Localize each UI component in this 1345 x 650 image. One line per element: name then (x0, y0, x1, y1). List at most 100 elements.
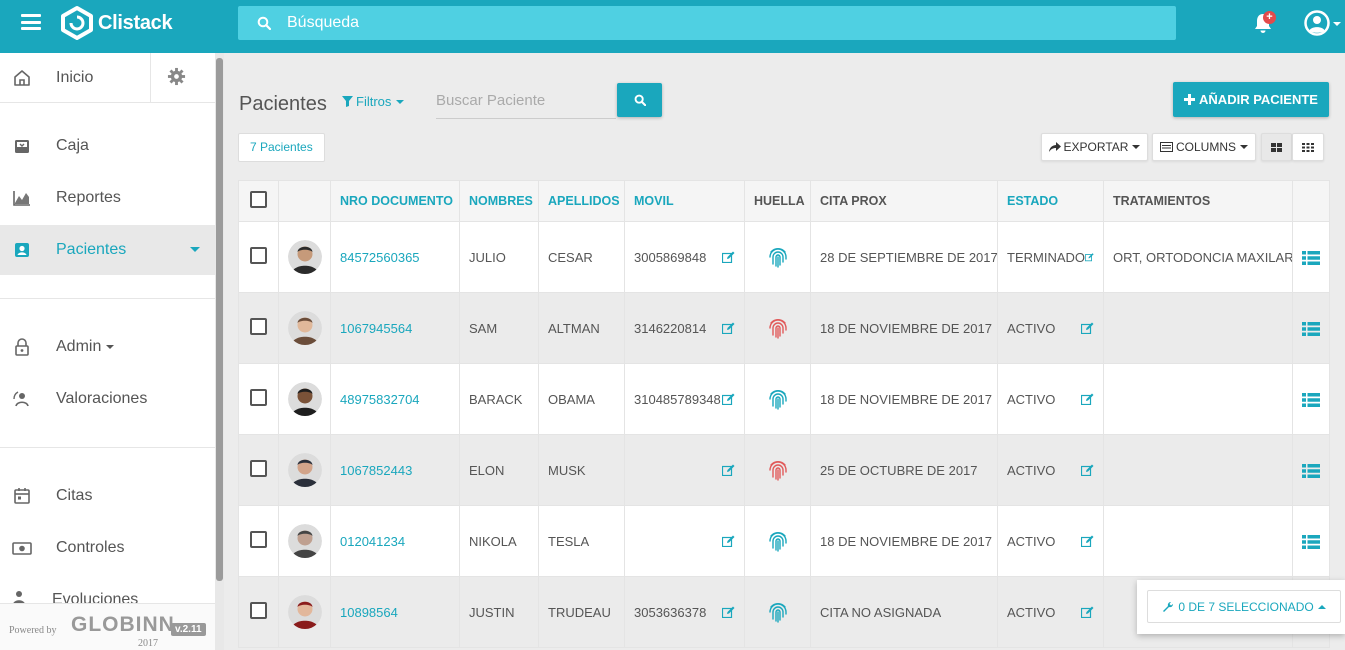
sidebar-item-controles[interactable]: Controles (0, 523, 215, 573)
fingerprint-icon[interactable] (768, 459, 788, 481)
plus-icon (1184, 94, 1196, 105)
edit-icon[interactable] (722, 464, 735, 476)
table-row[interactable]: 1067852443 ELON MUSK 25 DE OCTUBRE DE 2017 A… (238, 434, 1330, 506)
fingerprint-icon[interactable] (768, 601, 788, 623)
patient-names: BARACK (459, 363, 539, 435)
mobile-number: 3146220814 (634, 320, 707, 336)
fingerprint-icon[interactable] (768, 246, 788, 268)
row-checkbox[interactable] (250, 389, 267, 406)
list-icon[interactable] (1302, 534, 1320, 549)
avatar (288, 524, 322, 558)
row-select-cell (238, 434, 279, 506)
export-dropdown[interactable]: EXPORTAR (1041, 133, 1148, 161)
next-appointment: 25 DE OCTUBRE DE 2017 (810, 434, 998, 506)
row-checkbox[interactable] (250, 602, 267, 619)
edit-icon[interactable] (722, 251, 735, 263)
export-label: EXPORTAR (1063, 140, 1129, 154)
row-select-cell (238, 292, 279, 364)
sidebar-item-reportes[interactable]: Reportes (0, 173, 215, 223)
sidebar-item-home[interactable]: Inicio (0, 53, 150, 103)
table-view-toggle[interactable] (1292, 133, 1324, 161)
doc-number[interactable]: 012041234 (330, 505, 460, 577)
selection-dropdown[interactable]: 0 DE 7 SELECCIONADO (1147, 590, 1341, 623)
edit-icon[interactable] (1081, 393, 1094, 405)
edit-icon[interactable] (722, 322, 735, 334)
sidebar-item-evoluciones[interactable]: Evoluciones (0, 575, 215, 605)
header-surnames[interactable]: APELLIDOS (538, 180, 625, 222)
avatar (288, 311, 322, 345)
select-all-cell (238, 180, 279, 222)
edit-icon[interactable] (1081, 535, 1094, 547)
sidebar-item-pacientes[interactable]: Pacientes (0, 225, 215, 275)
row-select-cell (238, 576, 279, 648)
sidebar-item-label: Admin (56, 338, 115, 356)
doc-number[interactable]: 84572560365 (330, 221, 460, 293)
fingerprint-icon[interactable] (768, 530, 788, 552)
header-doc[interactable]: NRO DOCUMENTO (330, 180, 460, 222)
row-checkbox[interactable] (250, 531, 267, 548)
row-select-cell (238, 221, 279, 293)
header-names[interactable]: NOMBRES (459, 180, 539, 222)
columns-dropdown[interactable]: COLUMNS (1152, 133, 1256, 161)
list-icon[interactable] (1302, 321, 1320, 336)
patient-search[interactable] (436, 83, 616, 119)
table-row[interactable]: 1067945564 SAM ALTMAN 3146220814 18 DE NOVIE… (238, 292, 1330, 364)
status-cell: ACTIVO (997, 292, 1104, 364)
list-icon[interactable] (1302, 463, 1320, 478)
table-row[interactable]: 012041234 NIKOLA TESLA 18 DE NOVIEMBRE DE 2… (238, 505, 1330, 577)
actions-cell (1292, 434, 1330, 506)
doc-number[interactable]: 10898564 (330, 576, 460, 648)
list-icon[interactable] (1302, 392, 1320, 407)
edit-icon[interactable] (722, 606, 735, 618)
doc-number[interactable]: 48975832704 (330, 363, 460, 435)
table-row[interactable]: 48975832704 BARACK OBAMA 310485789348 18 DE … (238, 363, 1330, 435)
selection-label: 0 DE 7 SELECCIONADO (1178, 599, 1314, 614)
doc-number[interactable]: 1067852443 (330, 434, 460, 506)
select-all-checkbox[interactable] (250, 191, 267, 208)
sidebar-item-caja[interactable]: Caja (0, 121, 215, 171)
caret-down-icon (106, 344, 115, 349)
doc-number[interactable]: 1067945564 (330, 292, 460, 364)
patient-search-button[interactable] (617, 83, 662, 117)
sidebar-item-citas[interactable]: Citas (0, 471, 215, 521)
patient-search-input[interactable] (436, 83, 616, 117)
table-row[interactable]: 84572560365 JULIO CESAR 3005869848 28 DE SEP… (238, 221, 1330, 293)
filter-icon (342, 96, 353, 107)
patient-surnames: CESAR (538, 221, 625, 293)
next-appointment: 18 DE NOVIEMBRE DE 2017 (810, 292, 998, 364)
row-checkbox[interactable] (250, 460, 267, 477)
fingerprint-cell (744, 221, 811, 293)
edit-icon[interactable] (1085, 251, 1094, 263)
settings-button[interactable] (150, 53, 215, 103)
row-checkbox[interactable] (250, 247, 267, 264)
menu-icon[interactable] (21, 14, 41, 30)
search-icon (634, 94, 646, 106)
treatments: ORT, ORTODONCIA MAXILAR (1103, 221, 1293, 293)
fingerprint-icon[interactable] (768, 317, 788, 339)
sidebar: Inicio Caja Reportes Pacientes Admin Val… (0, 53, 215, 650)
table-header-row: NRO DOCUMENTO NOMBRES APELLIDOS MOVIL HU… (238, 180, 1330, 222)
edit-icon[interactable] (1081, 322, 1094, 334)
sidebar-item-valoraciones[interactable]: Valoraciones (0, 374, 215, 424)
fingerprint-icon[interactable] (768, 388, 788, 410)
user-account-icon[interactable] (1303, 9, 1345, 37)
edit-icon[interactable] (722, 393, 735, 405)
caret-down-icon (1132, 145, 1141, 149)
app-logo[interactable]: Clistack (58, 5, 173, 41)
list-icon[interactable] (1302, 250, 1320, 265)
edit-icon[interactable] (722, 535, 735, 547)
filters-dropdown[interactable]: Filtros (342, 94, 405, 109)
add-patient-button[interactable]: AÑADIR PACIENTE (1173, 82, 1329, 117)
row-checkbox[interactable] (250, 318, 267, 335)
grid-small-icon (1302, 142, 1314, 152)
edit-icon[interactable] (1081, 606, 1094, 618)
edit-icon[interactable] (1081, 464, 1094, 476)
sidebar-item-admin[interactable]: Admin (0, 322, 215, 372)
card-view-toggle[interactable] (1261, 133, 1292, 161)
header-status[interactable]: ESTADO (997, 180, 1104, 222)
header-mobile[interactable]: MOVIL (624, 180, 745, 222)
notification-badge[interactable]: + (1263, 11, 1276, 24)
sidebar-scrollbar-thumb[interactable] (216, 58, 223, 581)
global-search[interactable] (238, 6, 1176, 40)
global-search-input[interactable] (287, 14, 1167, 32)
